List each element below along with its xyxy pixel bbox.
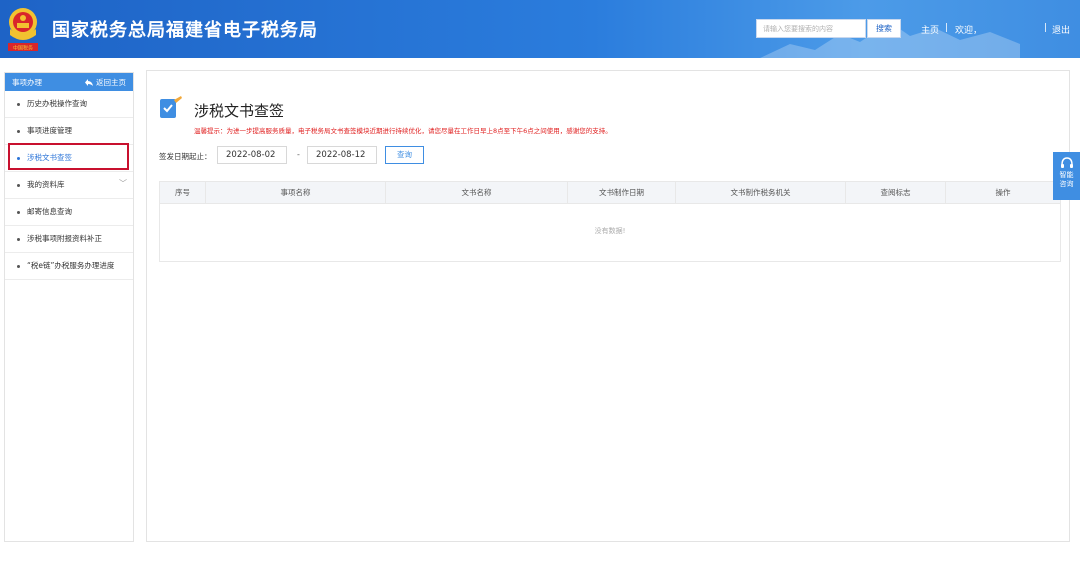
- bullet-icon: [17, 184, 20, 187]
- back-home-button[interactable]: 返回主页: [85, 77, 126, 88]
- column-header: 查阅标志: [846, 181, 946, 204]
- separator: |: [945, 23, 949, 33]
- sidebar-item-label: 历史办税操作查询: [27, 99, 87, 108]
- site-title: 国家税务总局福建省电子税务局: [52, 20, 318, 41]
- welcome-text: 欢迎，: [955, 26, 983, 36]
- sidebar-title: 事项办理: [12, 77, 42, 87]
- sidebar-item-progress[interactable]: 事项进度管理: [5, 118, 133, 145]
- documents-table: 序号 事项名称 文书名称 文书制作日期 文书制作税务机关 查阅标志 操作 没有数…: [159, 181, 1061, 262]
- sidebar-item-label: “税e链”办税服务办理进度: [27, 261, 115, 270]
- start-date-input[interactable]: 2022-08-02: [217, 146, 287, 164]
- back-home-label: 返回主页: [96, 77, 126, 87]
- sidebar-item-library[interactable]: 我的资料库 ﹀: [5, 172, 133, 199]
- column-header: 事项名称: [206, 181, 386, 204]
- column-header: 操作: [995, 187, 1011, 197]
- sidebar-item-label: 涉税文书查签: [27, 153, 72, 162]
- sidebar-item-label: 事项进度管理: [27, 126, 72, 135]
- table-header: 序号 事项名称 文书名称 文书制作日期 文书制作税务机关 查阅标志 操作: [160, 181, 1060, 204]
- bullet-icon: [17, 103, 20, 106]
- column-header: 文书名称: [386, 181, 568, 204]
- date-range-label: 签发日期起止：: [159, 152, 212, 161]
- main-panel: 涉税文书查签 温馨提示：为进一步提高服务质量，电子税务局文书查签模块近期进行持续…: [146, 70, 1070, 542]
- consult-label-line1: 智能: [1059, 171, 1074, 179]
- sidebar-item-mail-query[interactable]: 邮寄信息查询: [5, 199, 133, 226]
- separator: |: [1044, 23, 1048, 33]
- smart-consult-button[interactable]: 智能 咨询: [1053, 152, 1080, 200]
- home-link[interactable]: 主页: [921, 23, 939, 36]
- bullet-icon: [17, 130, 20, 133]
- sidebar-item-echain[interactable]: “税e链”办税服务办理进度: [5, 253, 133, 280]
- empty-state-text: 没有数据!: [594, 227, 626, 235]
- sidebar-item-label: 我的资料库: [27, 180, 65, 189]
- sidebar-item-documents[interactable]: 涉税文书查签: [5, 145, 133, 172]
- document-check-icon: [160, 96, 182, 118]
- tax-emblem-logo: 中国税务: [8, 8, 38, 52]
- column-header: 序号: [160, 181, 206, 204]
- bullet-icon: [17, 157, 20, 160]
- consult-label-line2: 咨询: [1059, 180, 1074, 188]
- column-header: 文书制作日期: [568, 181, 676, 204]
- emblem-caption: 中国税务: [13, 45, 33, 52]
- chevron-down-icon: ﹀: [119, 179, 127, 188]
- notice-text: 温馨提示：为进一步提高服务质量，电子税务局文书查签模块近期进行持续优化，请您尽量…: [194, 127, 612, 135]
- search-input[interactable]: 请输入您要搜索的内容: [756, 19, 866, 38]
- end-date-input[interactable]: 2022-08-12: [307, 146, 377, 164]
- column-header: 文书制作税务机关: [676, 181, 846, 204]
- bullet-icon: [17, 238, 20, 241]
- sidebar-item-label: 邮寄信息查询: [27, 207, 72, 216]
- bullet-icon: [17, 211, 20, 214]
- bullet-icon: [17, 265, 20, 268]
- query-button[interactable]: 查询: [385, 146, 424, 164]
- headset-icon: [1060, 157, 1073, 168]
- page-title: 涉税文书查签: [194, 102, 285, 120]
- back-arrow-icon: [85, 78, 93, 86]
- top-header: 中国税务 国家税务总局福建省电子税务局 请输入您要搜索的内容 搜索 主页 | 欢…: [0, 0, 1080, 58]
- sidebar-item-history[interactable]: 历史办税操作查询: [5, 91, 133, 118]
- sidebar-header: 事项办理 返回主页: [5, 73, 133, 91]
- search-button[interactable]: 搜索: [867, 19, 901, 38]
- sidebar-item-attachments[interactable]: 涉税事项附报资料补正: [5, 226, 133, 253]
- sidebar: 事项办理 返回主页 历史办税操作查询 事项进度管理 涉税文书查签 我的资料库 ﹀…: [4, 72, 134, 542]
- logout-link[interactable]: 退出: [1052, 23, 1070, 36]
- date-separator: -: [297, 150, 300, 159]
- sidebar-item-label: 涉税事项附报资料补正: [27, 234, 102, 243]
